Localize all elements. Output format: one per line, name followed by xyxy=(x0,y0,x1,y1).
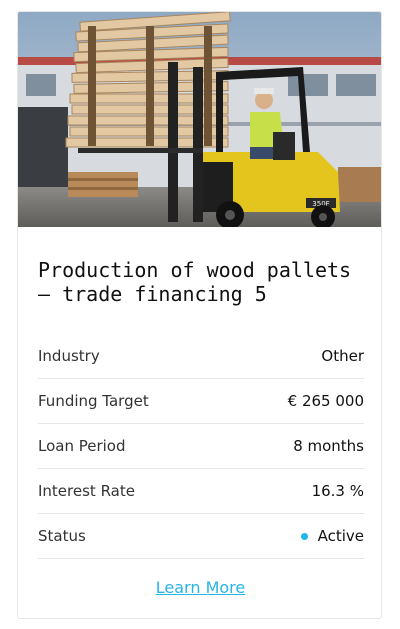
forklift-pallets-image: 350F xyxy=(18,12,381,227)
detail-value: Other xyxy=(321,347,364,365)
detail-label: Loan Period xyxy=(38,437,126,455)
detail-value: 16.3 % xyxy=(311,482,364,500)
detail-value: 8 months xyxy=(293,437,364,455)
detail-value: € 265 000 xyxy=(287,392,364,410)
project-details: Industry Other Funding Target € 265 000 … xyxy=(38,334,364,559)
detail-row-interest-rate: Interest Rate 16.3 % xyxy=(38,469,364,514)
project-card: 350F Production of wood pallets – trade … xyxy=(17,11,382,619)
detail-row-status: Status Active xyxy=(38,514,364,559)
learn-more-link[interactable]: Learn More xyxy=(156,578,245,597)
detail-label: Status xyxy=(38,527,86,545)
status-text: Active xyxy=(317,527,364,545)
detail-label: Funding Target xyxy=(38,392,149,410)
detail-row-loan-period: Loan Period 8 months xyxy=(38,424,364,469)
project-title: Production of wood pallets – trade finan… xyxy=(38,258,352,306)
detail-label: Interest Rate xyxy=(38,482,135,500)
status-dot-icon xyxy=(300,532,308,540)
learn-more-container: Learn More xyxy=(18,578,381,597)
detail-label: Industry xyxy=(38,347,100,365)
detail-row-funding-target: Funding Target € 265 000 xyxy=(38,379,364,424)
project-image: 350F xyxy=(18,12,381,227)
status-value: Active xyxy=(300,527,364,545)
detail-row-industry: Industry Other xyxy=(38,334,364,379)
